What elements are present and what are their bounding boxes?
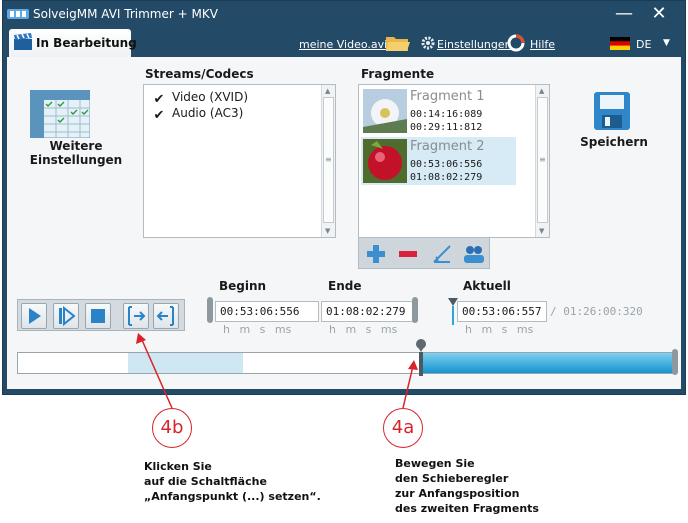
- instruction-4b: Klicken Sie auf die Schaltfläche „Anfang…: [144, 460, 321, 503]
- callout-4a: 4a: [383, 408, 423, 448]
- callout-4b: 4b: [152, 408, 192, 448]
- callout-lines: [136, 333, 418, 409]
- instruction-4a: Bewegen Sie den Schieberegler zur Anfang…: [395, 457, 539, 515]
